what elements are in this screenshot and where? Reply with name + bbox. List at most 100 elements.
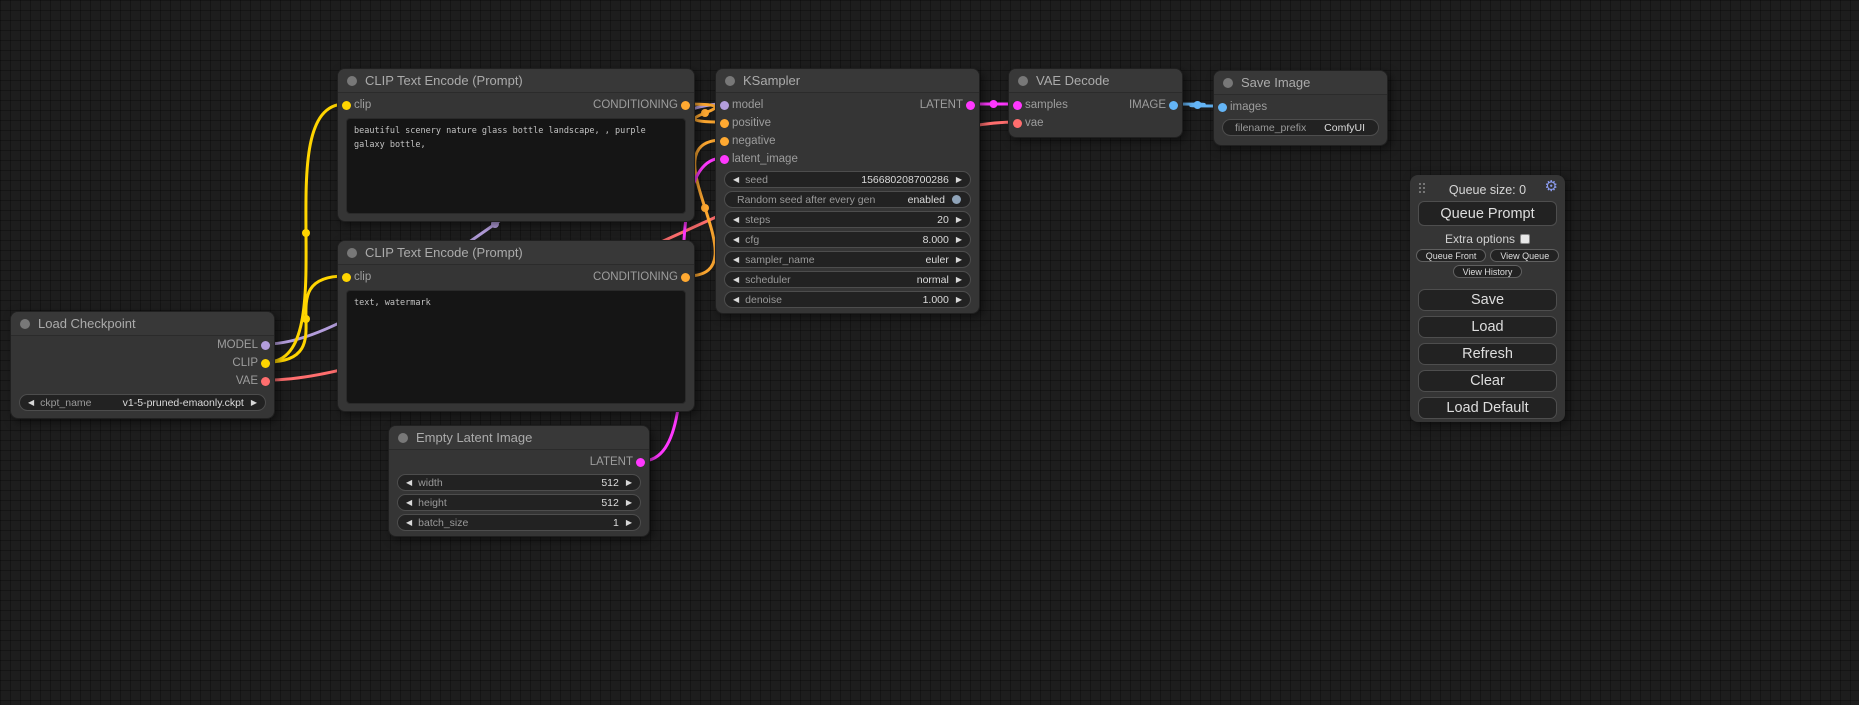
images-input-dot[interactable] bbox=[1218, 103, 1227, 112]
clip-input-dot[interactable] bbox=[342, 273, 351, 282]
load-button[interactable]: Load bbox=[1418, 316, 1557, 338]
view-queue-button[interactable]: View Queue bbox=[1490, 249, 1559, 262]
widget-label: Random seed after every gen bbox=[737, 194, 875, 206]
clip-input-dot[interactable] bbox=[342, 101, 351, 110]
node-title-bar[interactable]: KSampler bbox=[716, 69, 979, 93]
prev-arrow-icon[interactable]: ◀ bbox=[730, 236, 742, 244]
negative-prompt-textarea[interactable]: text, watermark bbox=[346, 290, 686, 404]
collapse-dot-icon[interactable] bbox=[725, 76, 735, 86]
samples-input-dot[interactable] bbox=[1013, 101, 1022, 110]
latent-output-dot[interactable] bbox=[636, 458, 645, 467]
prev-arrow-icon[interactable]: ◀ bbox=[403, 519, 415, 527]
model-output-dot[interactable] bbox=[261, 341, 270, 350]
next-arrow-icon[interactable]: ▶ bbox=[953, 256, 965, 264]
save-button[interactable]: Save bbox=[1418, 289, 1557, 311]
negative-input-dot[interactable] bbox=[720, 137, 729, 146]
queue-front-button[interactable]: Queue Front bbox=[1416, 249, 1487, 262]
next-arrow-icon[interactable]: ▶ bbox=[953, 236, 965, 244]
output-slot-vae: VAE bbox=[11, 372, 274, 390]
next-arrow-icon[interactable]: ▶ bbox=[953, 276, 965, 284]
next-arrow-icon[interactable]: ▶ bbox=[623, 499, 635, 507]
workflow-buttons-group: Save Load Refresh Clear Load Default bbox=[1410, 289, 1565, 419]
prev-arrow-icon[interactable]: ◀ bbox=[25, 399, 37, 407]
prev-arrow-icon[interactable]: ◀ bbox=[730, 296, 742, 304]
model-input-dot[interactable] bbox=[720, 101, 729, 110]
scheduler-widget[interactable]: ◀ scheduler normal ▶ bbox=[724, 271, 971, 288]
latent-output-dot[interactable] bbox=[966, 101, 975, 110]
clip-output-dot[interactable] bbox=[261, 359, 270, 368]
vae-input-dot[interactable] bbox=[1013, 119, 1022, 128]
load-default-button[interactable]: Load Default bbox=[1418, 397, 1557, 419]
cfg-widget[interactable]: ◀ cfg 8.000 ▶ bbox=[724, 231, 971, 248]
node-vae-decode[interactable]: VAE Decode samples IMAGE vae bbox=[1008, 68, 1183, 138]
positive-input-dot[interactable] bbox=[720, 119, 729, 128]
next-arrow-icon[interactable]: ▶ bbox=[623, 479, 635, 487]
node-title-bar[interactable]: Save Image bbox=[1214, 71, 1387, 95]
image-output-dot[interactable] bbox=[1169, 101, 1178, 110]
random-seed-toggle-widget[interactable]: Random seed after every gen enabled bbox=[724, 191, 971, 208]
slot-label: CONDITIONING bbox=[593, 99, 678, 111]
slot-label: MODEL bbox=[217, 339, 258, 351]
next-arrow-icon[interactable]: ▶ bbox=[623, 519, 635, 527]
widget-label: denoise bbox=[745, 294, 782, 306]
widget-label: height bbox=[418, 497, 447, 509]
node-clip-text-encode-positive[interactable]: CLIP Text Encode (Prompt) clip CONDITION… bbox=[337, 68, 695, 222]
queue-prompt-button[interactable]: Queue Prompt bbox=[1418, 201, 1557, 226]
node-title-bar[interactable]: VAE Decode bbox=[1009, 69, 1182, 93]
positive-prompt-textarea[interactable]: beautiful scenery nature glass bottle la… bbox=[346, 118, 686, 214]
drag-handle-icon[interactable] bbox=[1419, 183, 1421, 185]
node-title-bar[interactable]: CLIP Text Encode (Prompt) bbox=[338, 241, 694, 265]
widget-label: ckpt_name bbox=[40, 397, 91, 409]
widget-value: enabled bbox=[879, 194, 945, 206]
seed-widget[interactable]: ◀ seed 156680208700286 ▶ bbox=[724, 171, 971, 188]
vae-output-dot[interactable] bbox=[261, 377, 270, 386]
next-arrow-icon[interactable]: ▶ bbox=[953, 176, 965, 184]
next-arrow-icon[interactable]: ▶ bbox=[953, 216, 965, 224]
prev-arrow-icon[interactable]: ◀ bbox=[730, 276, 742, 284]
denoise-widget[interactable]: ◀ denoise 1.000 ▶ bbox=[724, 291, 971, 308]
node-empty-latent-image[interactable]: Empty Latent Image LATENT ◀ width 512 ▶ … bbox=[388, 425, 650, 537]
view-history-button[interactable]: View History bbox=[1453, 265, 1523, 278]
batch-size-widget[interactable]: ◀ batch_size 1 ▶ bbox=[397, 514, 641, 531]
collapse-dot-icon[interactable] bbox=[347, 76, 357, 86]
node-title-bar[interactable]: Load Checkpoint bbox=[11, 312, 274, 336]
slot-label: vae bbox=[1025, 117, 1044, 129]
prev-arrow-icon[interactable]: ◀ bbox=[730, 256, 742, 264]
node-title-bar[interactable]: CLIP Text Encode (Prompt) bbox=[338, 69, 694, 93]
node-title-bar[interactable]: Empty Latent Image bbox=[389, 426, 649, 450]
prev-arrow-icon[interactable]: ◀ bbox=[403, 499, 415, 507]
ckpt-name-widget[interactable]: ◀ ckpt_name v1-5-pruned-emaonly.ckpt ▶ bbox=[19, 394, 266, 411]
next-arrow-icon[interactable]: ▶ bbox=[953, 296, 965, 304]
node-clip-text-encode-negative[interactable]: CLIP Text Encode (Prompt) clip CONDITION… bbox=[337, 240, 695, 412]
slot-label: clip bbox=[354, 271, 371, 283]
refresh-button[interactable]: Refresh bbox=[1418, 343, 1557, 365]
sampler-name-widget[interactable]: ◀ sampler_name euler ▶ bbox=[724, 251, 971, 268]
settings-gear-icon[interactable]: ⚙ bbox=[1545, 179, 1558, 194]
prev-arrow-icon[interactable]: ◀ bbox=[730, 176, 742, 184]
node-save-image[interactable]: Save Image images filename_prefix ComfyU… bbox=[1213, 70, 1388, 146]
node-title: CLIP Text Encode (Prompt) bbox=[365, 245, 523, 260]
collapse-dot-icon[interactable] bbox=[347, 248, 357, 258]
height-widget[interactable]: ◀ height 512 ▶ bbox=[397, 494, 641, 511]
node-ksampler[interactable]: KSampler model LATENT positive negative … bbox=[715, 68, 980, 314]
conditioning-output-dot[interactable] bbox=[681, 273, 690, 282]
latent-image-input-dot[interactable] bbox=[720, 155, 729, 164]
steps-widget[interactable]: ◀ steps 20 ▶ bbox=[724, 211, 971, 228]
conditioning-output-dot[interactable] bbox=[681, 101, 690, 110]
extra-options-checkbox[interactable] bbox=[1520, 234, 1530, 244]
collapse-dot-icon[interactable] bbox=[1223, 78, 1233, 88]
collapse-dot-icon[interactable] bbox=[398, 433, 408, 443]
graph-canvas[interactable]: Load Checkpoint MODEL CLIP VAE ◀ ckpt_na… bbox=[0, 0, 1859, 705]
toggle-indicator-icon[interactable] bbox=[952, 195, 961, 204]
link-midpoint-dot bbox=[990, 100, 998, 108]
prev-arrow-icon[interactable]: ◀ bbox=[730, 216, 742, 224]
next-arrow-icon[interactable]: ▶ bbox=[248, 399, 260, 407]
filename-prefix-widget[interactable]: filename_prefix ComfyUI bbox=[1222, 119, 1379, 136]
node-load-checkpoint[interactable]: Load Checkpoint MODEL CLIP VAE ◀ ckpt_na… bbox=[10, 311, 275, 419]
collapse-dot-icon[interactable] bbox=[20, 319, 30, 329]
widget-value: 512 bbox=[451, 497, 619, 509]
width-widget[interactable]: ◀ width 512 ▶ bbox=[397, 474, 641, 491]
prev-arrow-icon[interactable]: ◀ bbox=[403, 479, 415, 487]
collapse-dot-icon[interactable] bbox=[1018, 76, 1028, 86]
clear-button[interactable]: Clear bbox=[1418, 370, 1557, 392]
